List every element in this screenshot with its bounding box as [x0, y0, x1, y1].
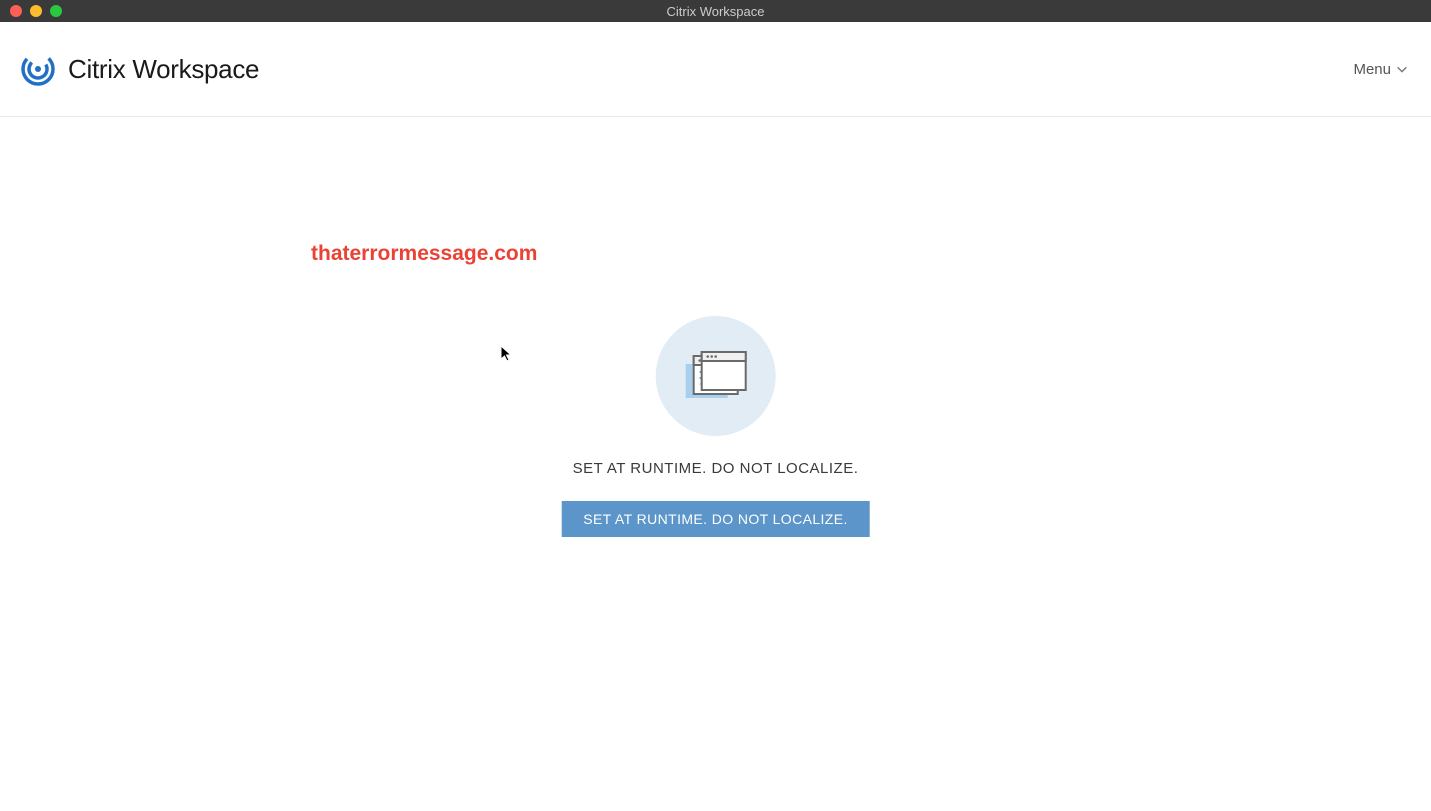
empty-state-message: SET AT RUNTIME. DO NOT LOCALIZE. — [573, 460, 859, 477]
close-window-button[interactable] — [10, 5, 22, 17]
maximize-window-button[interactable] — [50, 5, 62, 17]
brand-text: Citrix Workspace — [68, 54, 259, 85]
menu-dropdown[interactable]: Menu — [1351, 55, 1411, 84]
documents-icon — [684, 350, 748, 402]
window-titlebar: Citrix Workspace — [0, 0, 1431, 22]
minimize-window-button[interactable] — [30, 5, 42, 17]
watermark-text: thaterrormessage.com — [311, 242, 537, 266]
empty-state-icon-circle — [656, 316, 776, 436]
primary-action-button[interactable]: SET AT RUNTIME. DO NOT LOCALIZE. — [561, 501, 870, 537]
chevron-down-icon — [1395, 62, 1409, 76]
app-header: Citrix Workspace Menu — [0, 22, 1431, 117]
citrix-logo-icon — [20, 51, 56, 87]
window-controls — [10, 5, 62, 17]
brand-logo-group: Citrix Workspace — [20, 51, 259, 87]
window-title: Citrix Workspace — [666, 4, 764, 19]
menu-label: Menu — [1353, 61, 1391, 78]
empty-state-content: SET AT RUNTIME. DO NOT LOCALIZE. SET AT … — [561, 316, 870, 537]
cursor-icon — [500, 345, 514, 363]
